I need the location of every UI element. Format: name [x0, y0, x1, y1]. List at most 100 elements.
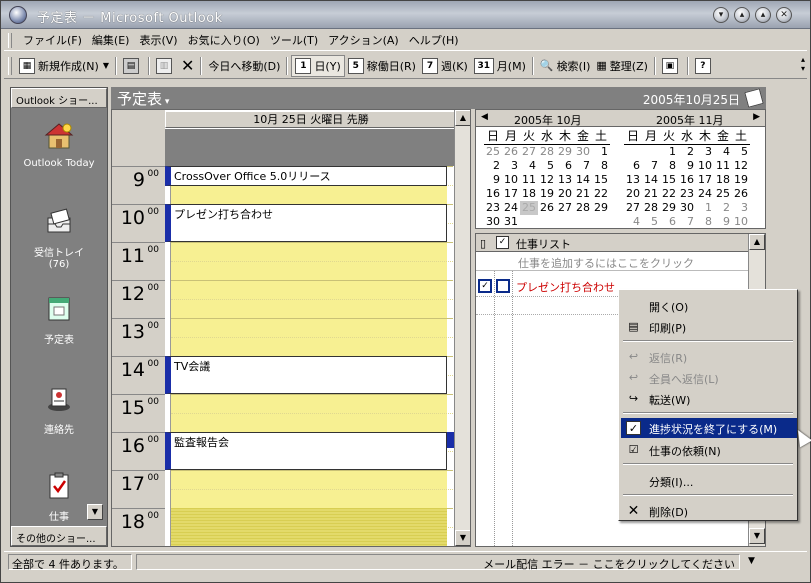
- shortcut-outlook-today[interactable]: Outlook Today: [11, 120, 107, 169]
- appointment[interactable]: プレゼン打ち合わせ: [165, 204, 447, 242]
- date-cell[interactable]: 1: [592, 145, 610, 159]
- date-cell[interactable]: 12: [538, 173, 556, 187]
- date-cell[interactable]: 30: [484, 215, 502, 229]
- date-cell[interactable]: 22: [660, 187, 678, 201]
- date-cell[interactable]: 26: [538, 201, 556, 215]
- date-cell[interactable]: 24: [696, 187, 714, 201]
- delete-button[interactable]: ✕: [178, 55, 197, 77]
- menu-item-mark-complete[interactable]: ✓ 進捗状況を終了にする(M): [621, 418, 797, 438]
- menu-tools[interactable]: ツール(T): [265, 32, 323, 48]
- scroll-up-arrow-icon[interactable]: ▲: [749, 234, 765, 250]
- date-cell[interactable]: 22: [592, 187, 610, 201]
- menu-edit[interactable]: 編集(E): [87, 32, 135, 48]
- date-cell[interactable]: 6: [624, 159, 642, 173]
- menu-favorites[interactable]: お気に入り(O): [183, 32, 265, 48]
- date-cell[interactable]: 25: [714, 187, 732, 201]
- date-cell[interactable]: 1: [660, 145, 678, 159]
- date-cell[interactable]: 27: [556, 201, 574, 215]
- date-cell[interactable]: 25: [484, 145, 502, 159]
- date-cell[interactable]: 29: [556, 145, 574, 159]
- scroll-down-arrow-icon[interactable]: ▼: [749, 528, 765, 544]
- toolbar-overflow-chevron-icon[interactable]: ▴ ▾: [801, 55, 805, 73]
- folder-title[interactable]: 予定表 ▾: [117, 88, 169, 109]
- all-day-events-area[interactable]: [165, 129, 457, 166]
- date-cell[interactable]: 4: [714, 145, 732, 159]
- date-cell[interactable]: 14: [642, 173, 660, 187]
- shortcuts-scroll-down-button[interactable]: ▼: [87, 504, 103, 520]
- workweek-view-button[interactable]: 5 稼働日(R): [345, 55, 419, 77]
- date-cell[interactable]: 30: [574, 145, 592, 159]
- date-cell[interactable]: 15: [660, 173, 678, 187]
- toolbar-grip[interactable]: [8, 56, 12, 75]
- menu-view[interactable]: 表示(V): [134, 32, 182, 48]
- add-task-field[interactable]: 仕事を追加するにはここをクリック: [476, 253, 748, 271]
- date-cell[interactable]: 28: [538, 145, 556, 159]
- shortcuts-group-header[interactable]: Outlook ショー...: [11, 88, 107, 108]
- day-view-scrollbar[interactable]: ▲ ▼: [454, 110, 470, 546]
- date-cell[interactable]: 4: [520, 159, 538, 173]
- menu-item-forward[interactable]: ↪ 転送(W): [621, 389, 797, 409]
- date-cell[interactable]: 9: [678, 159, 696, 173]
- date-cell[interactable]: 9: [484, 173, 502, 187]
- date-cell[interactable]: 2: [484, 159, 502, 173]
- menu-help[interactable]: ヘルプ(H): [404, 32, 464, 48]
- date-cell[interactable]: 8: [592, 159, 610, 173]
- complete-column-header-checkbox[interactable]: ✓: [496, 236, 509, 249]
- date-cell[interactable]: 9: [714, 215, 732, 229]
- task-complete-checkbox[interactable]: [496, 279, 510, 293]
- go-to-today-button[interactable]: 今日へ移動(D): [205, 55, 283, 77]
- date-cell[interactable]: 28: [574, 201, 592, 215]
- date-cell[interactable]: 26: [732, 187, 750, 201]
- chevron-down-icon[interactable]: ▼: [103, 61, 109, 70]
- chevron-down-icon[interactable]: ▼: [748, 556, 755, 566]
- date-cell[interactable]: 24: [502, 201, 520, 215]
- menu-item-print[interactable]: ▤ 印刷(P): [621, 317, 797, 337]
- date-cell[interactable]: 8: [696, 215, 714, 229]
- date-cell[interactable]: 3: [732, 201, 750, 215]
- date-cell[interactable]: 10: [732, 215, 750, 229]
- help-button[interactable]: ?: [692, 55, 717, 77]
- menu-file[interactable]: ファイル(F): [18, 32, 87, 48]
- date-cell[interactable]: 29: [592, 201, 610, 215]
- maximize-button[interactable]: ▴: [755, 7, 771, 23]
- shortcut-calendar[interactable]: 予定表: [11, 293, 107, 346]
- date-cell[interactable]: 5: [538, 159, 556, 173]
- menu-item-categories[interactable]: 分類(I)...: [621, 471, 797, 491]
- day-view-button[interactable]: 1 日(Y): [291, 54, 345, 77]
- menu-item-delete[interactable]: ✕ 削除(D): [621, 501, 797, 521]
- date-cell[interactable]: 28: [642, 201, 660, 215]
- close-button[interactable]: ✕: [776, 7, 792, 23]
- date-cell[interactable]: 12: [732, 159, 750, 173]
- move-to-folder-button[interactable]: ▥: [153, 55, 178, 77]
- appointment[interactable]: TV会議: [165, 356, 447, 394]
- next-month-arrow-icon[interactable]: ▶: [753, 112, 760, 122]
- new-button[interactable]: ▦ 新規作成(N) ▼: [16, 55, 112, 77]
- date-cell[interactable]: 27: [624, 201, 642, 215]
- address-book-button[interactable]: ▣: [659, 55, 684, 77]
- find-button[interactable]: 🔍 検索(I): [537, 55, 594, 77]
- date-cell[interactable]: 7: [678, 215, 696, 229]
- date-cell[interactable]: 6: [556, 159, 574, 173]
- date-cell[interactable]: 19: [538, 187, 556, 201]
- mail-delivery-error-status[interactable]: メール配信 エラー － ここをクリックしてください: [136, 554, 740, 571]
- date-cell[interactable]: 25: [520, 201, 538, 215]
- date-cell[interactable]: 30: [678, 201, 696, 215]
- date-cell[interactable]: 19: [732, 173, 750, 187]
- date-cell[interactable]: 13: [624, 173, 642, 187]
- task-icon-column-header[interactable]: ▯: [480, 237, 486, 250]
- shade-button[interactable]: ▾: [713, 7, 729, 23]
- date-cell[interactable]: 3: [502, 159, 520, 173]
- taskpad-subject-header[interactable]: 仕事リスト: [516, 236, 571, 252]
- date-cell[interactable]: 16: [678, 173, 696, 187]
- date-cell[interactable]: 26: [502, 145, 520, 159]
- date-cell[interactable]: 21: [642, 187, 660, 201]
- menu-item-reply-all[interactable]: ↩ 全員へ返信(L): [621, 368, 797, 388]
- date-cell[interactable]: 2: [714, 201, 732, 215]
- week-view-button[interactable]: 7 週(K): [419, 55, 471, 77]
- date-cell[interactable]: 5: [732, 145, 750, 159]
- menu-item-open[interactable]: 開く(O): [621, 296, 797, 316]
- time-slots[interactable]: CrossOver Office 5.0リリース プレゼン打ち合わせ TV会議 …: [165, 166, 455, 546]
- date-cell[interactable]: 2: [678, 145, 696, 159]
- date-cell[interactable]: 17: [696, 173, 714, 187]
- date-cell[interactable]: 27: [520, 145, 538, 159]
